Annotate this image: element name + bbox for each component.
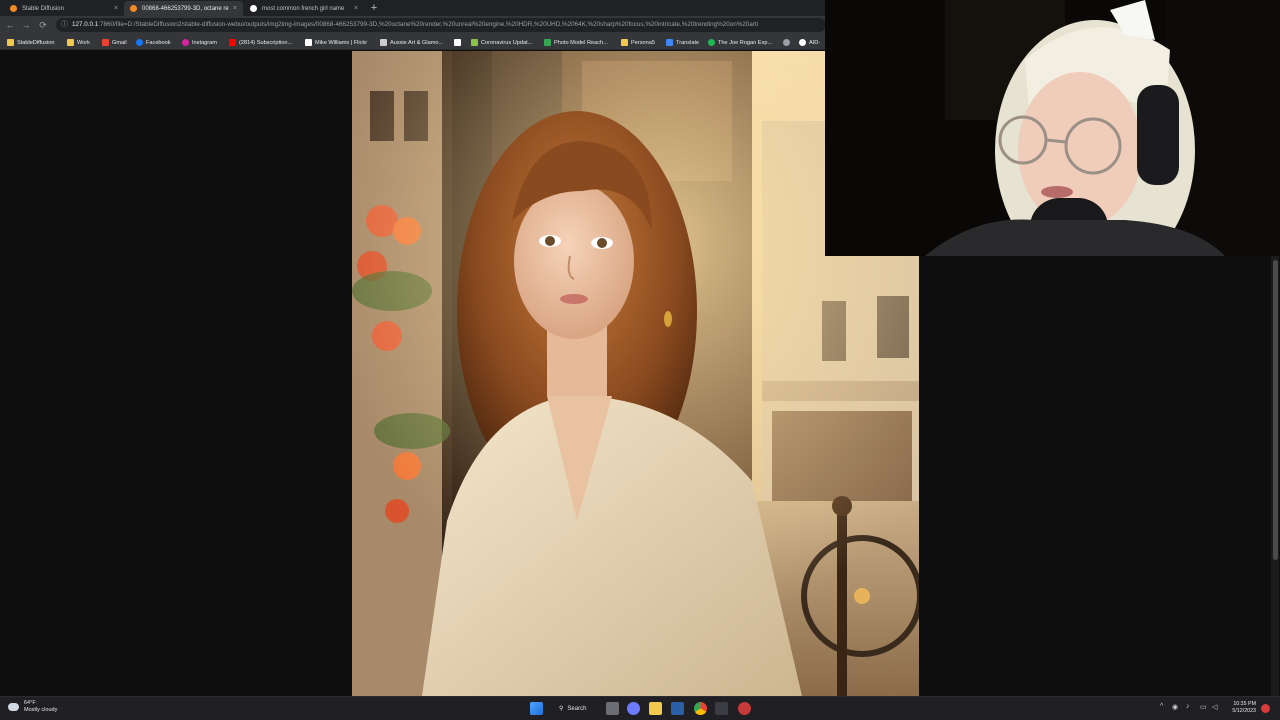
bookmark-coronavirus[interactable]: Coronavirus Updat... — [471, 37, 532, 48]
tab-label: 00868-466253799-3D, octane re — [142, 5, 229, 12]
search-icon: ⚲ — [559, 706, 564, 712]
address-bar[interactable]: ⓘ 127.0.0.1:7860/file=D:/StableDiffusion… — [56, 18, 826, 32]
clock-time: 10:35 PM — [1233, 701, 1256, 707]
address-host: 127.0.0.1 — [72, 21, 99, 28]
page-icon — [544, 39, 551, 46]
facebook-icon — [136, 39, 143, 46]
bookmark-unnamed[interactable] — [454, 37, 464, 48]
page-scrollbar-thumb[interactable] — [1273, 260, 1278, 560]
bookmark-work[interactable]: Work — [67, 37, 90, 48]
gmail-icon — [102, 39, 109, 46]
tab-image-file[interactable]: 00868-466253799-3D, octane re × — [124, 1, 243, 16]
page-icon — [471, 39, 478, 46]
task-view-icon[interactable] — [606, 702, 619, 715]
bookmark-facebook[interactable]: Facebook — [136, 37, 171, 48]
weather-widget[interactable]: 64°F Mostly cloudy — [8, 700, 57, 714]
tab-label: Stable Diffusion — [22, 5, 64, 12]
clock-date: 5/12/2023 — [1232, 708, 1256, 714]
terminal-icon[interactable] — [715, 702, 728, 715]
network-icon[interactable]: ▭ — [1200, 703, 1207, 711]
obs-icon[interactable] — [738, 702, 751, 715]
back-arrow-icon[interactable]: ← — [3, 18, 17, 32]
folder-icon — [7, 39, 14, 46]
bookmark-flickr[interactable]: Mike Williams | Flickr — [305, 37, 367, 48]
bookmark-globe[interactable] — [783, 37, 793, 48]
site-info-icon[interactable]: ⓘ — [61, 18, 68, 32]
tab-google-search[interactable]: most common french girl name × — [244, 1, 364, 16]
close-tab-icon[interactable]: × — [350, 5, 358, 12]
bookmark-translate[interactable]: Translate — [666, 37, 699, 48]
bookmark-persona5[interactable]: Persona5 — [621, 37, 655, 48]
bookmark-instagram[interactable]: Instagram — [182, 37, 217, 48]
globe-icon — [783, 39, 790, 46]
google-favicon-icon — [250, 5, 257, 12]
webcam-overlay — [825, 0, 1280, 256]
new-tab-button[interactable]: + — [368, 1, 380, 15]
search-label: Search — [567, 705, 587, 712]
weather-description: Mostly cloudy — [24, 707, 58, 713]
close-tab-icon[interactable]: × — [110, 5, 118, 12]
file-explorer-icon[interactable] — [649, 702, 662, 715]
chrome-icon[interactable] — [694, 702, 707, 715]
weather-temperature: 64°F — [24, 700, 36, 706]
instagram-icon — [182, 39, 189, 46]
start-windows-icon[interactable] — [530, 702, 543, 715]
microphone-icon[interactable]: ♪ — [1186, 703, 1190, 710]
windows-taskbar: 64°F Mostly cloudy ⚲ Search ^ ◉ ♪ ▭ ◁ 10… — [0, 696, 1280, 720]
bookmark-gmail[interactable]: Gmail — [102, 37, 127, 48]
github-icon — [799, 39, 806, 46]
chat-icon[interactable] — [627, 702, 640, 715]
folder-icon — [621, 39, 628, 46]
tab-label: most common french girl name — [262, 5, 345, 12]
translate-icon — [666, 39, 673, 46]
bookmark-joe-rogan[interactable]: The Joe Rogan Exp... — [708, 37, 772, 48]
folder-icon — [67, 39, 74, 46]
bookmark-stablediffusion[interactable]: StableDiffusion — [7, 37, 55, 48]
volume-icon[interactable]: ◁ — [1212, 703, 1217, 711]
close-tab-icon[interactable]: × — [229, 5, 237, 12]
screen: Stable Diffusion × 00868-466253799-3D, o… — [0, 0, 1280, 720]
taskbar-search[interactable]: ⚲ Search — [553, 701, 597, 716]
notification-icon[interactable] — [1261, 704, 1270, 713]
tray-app-icon[interactable]: ◉ — [1172, 703, 1178, 711]
app-icon[interactable] — [671, 702, 684, 715]
page-icon — [380, 39, 387, 46]
bookmark-aid[interactable]: AID- — [799, 37, 820, 48]
image-favicon-icon — [130, 5, 137, 12]
address-path: :7860/file=D:/StableDiffusion2/stable-di… — [98, 21, 759, 28]
stable-diffusion-favicon-icon — [10, 5, 17, 12]
youtube-icon — [229, 39, 236, 46]
bookmark-youtube-subscriptions[interactable]: (2814) Subscription... — [229, 37, 292, 48]
forward-arrow-icon[interactable]: → — [19, 18, 33, 32]
spotify-icon — [708, 39, 715, 46]
flickr-icon — [305, 39, 312, 46]
reload-icon[interactable]: ⟳ — [36, 18, 50, 32]
chevron-up-icon[interactable]: ^ — [1160, 703, 1163, 710]
streamer-webcam-feed — [825, 0, 1280, 256]
cloud-icon — [8, 703, 19, 711]
tab-stable-diffusion[interactable]: Stable Diffusion × — [4, 1, 124, 16]
system-clock[interactable]: 10:35 PM 5/12/2023 — [1224, 701, 1256, 715]
box-icon — [454, 39, 461, 46]
bookmark-aussie-art[interactable]: Aussie Art & Glamo... — [380, 37, 443, 48]
bookmark-photo-model[interactable]: Photo Model Reach... — [544, 37, 608, 48]
